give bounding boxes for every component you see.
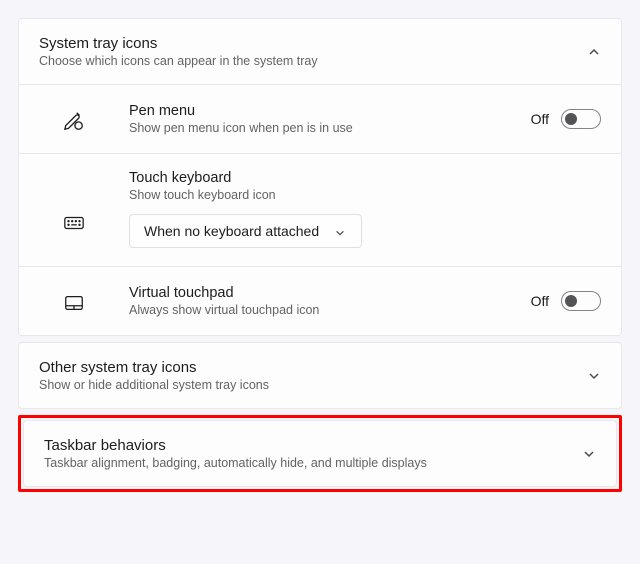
- chevron-down-icon: [335, 225, 347, 237]
- taskbar-behaviors-highlight: Taskbar behaviors Taskbar alignment, bad…: [18, 415, 622, 492]
- item-title: Touch keyboard: [129, 170, 601, 186]
- header-text: System tray icons Choose which icons can…: [39, 35, 587, 68]
- virtual-touchpad-row: Virtual touchpad Always show virtual tou…: [19, 266, 621, 335]
- chevron-down-icon: [587, 369, 601, 383]
- item-title: Virtual touchpad: [129, 285, 511, 301]
- system-tray-items: Pen menu Show pen menu icon when pen is …: [19, 84, 621, 335]
- touch-keyboard-dropdown[interactable]: When no keyboard attached: [129, 214, 362, 248]
- pen-menu-toggle[interactable]: [561, 109, 601, 129]
- section-subtitle: Taskbar alignment, badging, automaticall…: [44, 456, 582, 470]
- toggle-label: Off: [531, 293, 549, 309]
- chevron-down-icon: [582, 447, 596, 461]
- section-title: Other system tray icons: [39, 359, 587, 376]
- section-subtitle: Choose which icons can appear in the sys…: [39, 54, 587, 68]
- virtual-touchpad-control: Off: [531, 291, 601, 311]
- touchpad-icon: [39, 288, 109, 314]
- item-title: Pen menu: [129, 103, 511, 119]
- system-tray-icons-card: System tray icons Choose which icons can…: [18, 18, 622, 336]
- section-subtitle: Show or hide additional system tray icon…: [39, 378, 587, 392]
- taskbar-behaviors-header[interactable]: Taskbar behaviors Taskbar alignment, bad…: [24, 421, 616, 486]
- item-desc: Always show virtual touchpad icon: [129, 303, 511, 317]
- touch-keyboard-row: Touch keyboard Show touch keyboard icon …: [19, 153, 621, 266]
- taskbar-behaviors-card: Taskbar behaviors Taskbar alignment, bad…: [23, 420, 617, 487]
- header-text: Other system tray icons Show or hide add…: [39, 359, 587, 392]
- virtual-touchpad-toggle[interactable]: [561, 291, 601, 311]
- chevron-up-icon: [587, 45, 601, 59]
- item-desc: Show pen menu icon when pen is in use: [129, 121, 511, 135]
- pen-menu-text: Pen menu Show pen menu icon when pen is …: [129, 103, 511, 135]
- keyboard-icon: [39, 170, 109, 234]
- pen-icon: [39, 106, 109, 132]
- touch-keyboard-text: Touch keyboard Show touch keyboard icon …: [129, 170, 601, 248]
- pen-menu-row: Pen menu Show pen menu icon when pen is …: [19, 85, 621, 153]
- other-system-tray-icons-header[interactable]: Other system tray icons Show or hide add…: [19, 343, 621, 408]
- dropdown-value: When no keyboard attached: [144, 223, 319, 239]
- other-system-tray-icons-card: Other system tray icons Show or hide add…: [18, 342, 622, 409]
- section-title: Taskbar behaviors: [44, 437, 582, 454]
- pen-menu-control: Off: [531, 109, 601, 129]
- system-tray-icons-header[interactable]: System tray icons Choose which icons can…: [19, 19, 621, 84]
- header-text: Taskbar behaviors Taskbar alignment, bad…: [44, 437, 582, 470]
- section-title: System tray icons: [39, 35, 587, 52]
- item-desc: Show touch keyboard icon: [129, 188, 601, 202]
- virtual-touchpad-text: Virtual touchpad Always show virtual tou…: [129, 285, 511, 317]
- toggle-label: Off: [531, 111, 549, 127]
